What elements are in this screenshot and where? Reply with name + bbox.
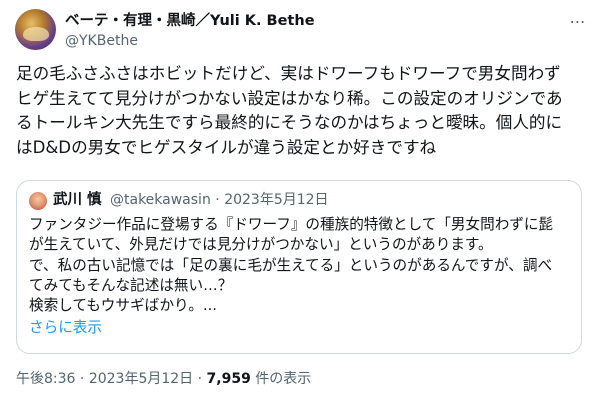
author-display-name[interactable]: ベーテ・有理・黒崎／Yuli K. Bethe (65, 11, 315, 31)
tweet: ベーテ・有理・黒崎／Yuli K. Bethe @YKBethe ⋯ 足の毛ふさ… (0, 0, 600, 402)
tweet-text-line: はD&Dの男女でヒゲスタイルが違う設定とか好きですね (16, 137, 437, 157)
footer-separator: · (197, 371, 203, 387)
quoted-author-meta: @takekawasin · 2023年5月12日 (110, 190, 329, 210)
author-avatar[interactable] (15, 9, 56, 50)
quoted-text: ファンタジー作品に登場する『ドワーフ』の種族的特徴として「男女問わずに髭 が生え… (29, 215, 574, 316)
quoted-text-line: ファンタジー作品に登場する『ドワーフ』の種族的特徴として「男女問わずに髭 (29, 216, 554, 233)
quoted-author-name: 武川 慎 (53, 192, 102, 208)
more-options-icon[interactable]: ⋯ (566, 12, 590, 32)
quoted-meta-separator: · (215, 192, 220, 208)
tweet-text-line: ヒゲ生えてて見分けがつかない設定はかなり稀。この設定のオリジンであ (16, 88, 563, 108)
tweet-text-line: 足の毛ふさふさはホビットだけど、実はドワーフもドワーフで男女問わず (16, 64, 561, 83)
quoted-author-handle: @takekawasin (110, 192, 211, 208)
quoted-text-line: が生えていて、外見だけでは見分けがつかない」というのがあります。 (29, 236, 493, 254)
quoted-text-line: 検索してもウサギばかり。... (29, 297, 217, 315)
views-label[interactable]: 件の表示 (255, 371, 311, 387)
quoted-tweet[interactable]: 武川 慎 @takekawasin · 2023年5月12日 ファンタジー作品に… (16, 180, 582, 354)
tweet-date[interactable]: 2023年5月12日 (89, 371, 193, 387)
tweet-footer: 午後8:36 · 2023年5月12日 · 7,959 件の表示 (16, 369, 311, 389)
quoted-text-line: てみてもそんな記述は無い…？ (29, 276, 233, 294)
quoted-date: 2023年5月12日 (224, 192, 329, 208)
author-handle[interactable]: @YKBethe (65, 31, 138, 51)
tweet-time[interactable]: 午後8:36 (16, 371, 75, 387)
tweet-text-line: るトールキン大先生ですら最終的にそうなのかはちょっと曖昧。個人的に (16, 113, 563, 132)
footer-separator: · (79, 371, 85, 387)
quoted-author-avatar (29, 192, 47, 210)
views-count[interactable]: 7,959 (207, 371, 251, 387)
show-more-link[interactable]: さらに表示 (29, 318, 102, 338)
quoted-text-line: で、私の古い記憶では「足の裏に毛が生えてる」というのがあるんですが、調べ (29, 256, 553, 274)
tweet-text: 足の毛ふさふさはホビットだけど、実はドワーフもドワーフで男女問わず ヒゲ生えてて… (16, 62, 586, 160)
